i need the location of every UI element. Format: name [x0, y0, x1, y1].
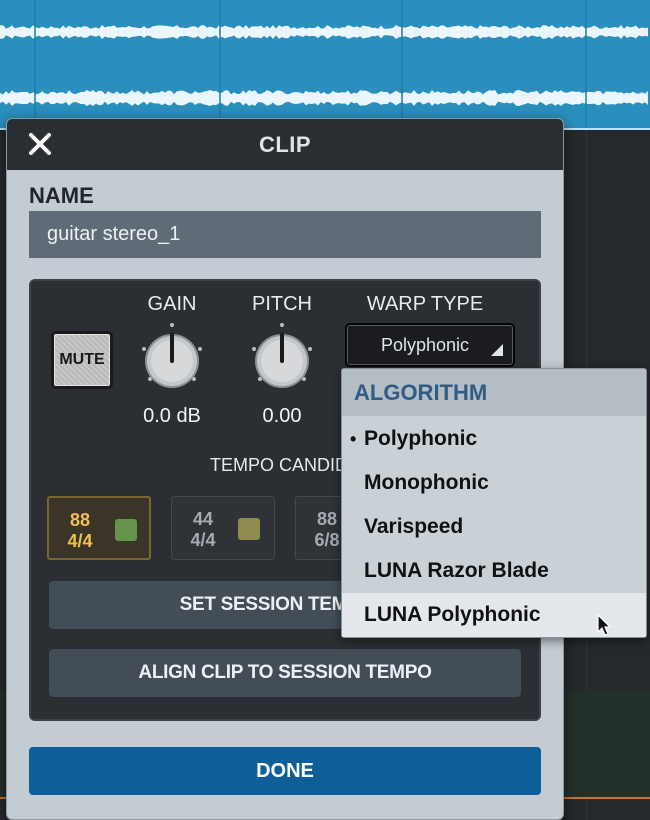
close-icon[interactable]	[27, 131, 53, 157]
done-button[interactable]: DONE	[29, 747, 541, 795]
menu-item-polyphonic[interactable]: • Polyphonic	[342, 417, 646, 461]
tempo-indicator-square	[238, 518, 260, 540]
tempo-candidate-2[interactable]: 44 4/4	[171, 496, 275, 560]
tempo-candidate-text: 88 4/4	[67, 510, 93, 551]
align-clip-button[interactable]: ALIGN CLIP TO SESSION TEMPO	[49, 649, 521, 697]
gain-label: GAIN	[147, 293, 197, 315]
warp-type-value: Polyphonic	[381, 335, 470, 355]
algorithm-menu: ALGORITHM • Polyphonic Monophonic Varisp…	[341, 368, 647, 638]
warp-type-dropdown[interactable]: Polyphonic	[345, 323, 515, 367]
pitch-label: PITCH	[252, 293, 312, 315]
menu-item-luna-razor-blade[interactable]: LUNA Razor Blade	[342, 549, 646, 593]
tempo-candidate-1[interactable]: 88 4/4	[47, 496, 151, 560]
menu-item-monophonic[interactable]: Monophonic	[342, 461, 646, 505]
menu-item-varispeed[interactable]: Varispeed	[342, 505, 646, 549]
gain-knob[interactable]	[136, 321, 208, 393]
mute-button[interactable]: MUTE	[51, 331, 113, 389]
audio-track-waveform[interactable]	[0, 0, 650, 130]
mouse-cursor-icon	[597, 614, 612, 636]
clip-name-input[interactable]	[29, 211, 541, 258]
selected-bullet-icon: •	[350, 429, 357, 449]
pitch-knob[interactable]	[246, 321, 318, 393]
dialog-header: CLIP	[7, 119, 563, 170]
algorithm-menu-header: ALGORITHM	[342, 369, 646, 416]
name-label: NAME	[29, 183, 94, 208]
waveform-graphic	[0, 0, 648, 130]
tempo-indicator-square	[115, 519, 137, 541]
tempo-candidate-text: 44 4/4	[190, 509, 216, 550]
warp-type-label: WARP TYPE	[366, 293, 484, 315]
gain-value: 0.0 dB	[143, 405, 201, 427]
pitch-value: 0.00	[262, 405, 302, 427]
dropdown-triangle-icon	[491, 344, 503, 356]
dialog-title: CLIP	[258, 132, 312, 157]
